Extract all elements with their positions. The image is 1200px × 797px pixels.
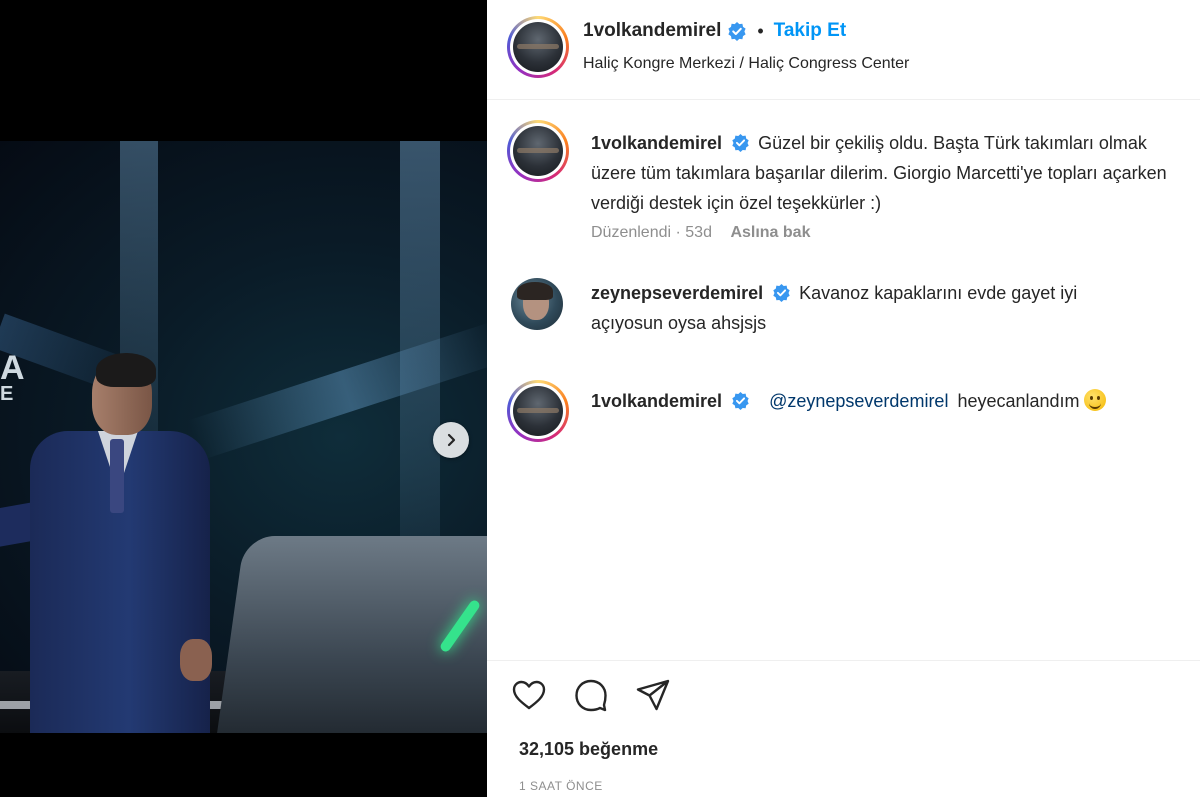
hair <box>96 353 156 387</box>
heart-icon <box>512 680 546 710</box>
caption-meta: Düzenlendi · 53d Aslına bak <box>591 224 810 242</box>
hand <box>180 639 212 681</box>
comment-username[interactable]: 1volkandemirel <box>591 391 722 411</box>
likes-count[interactable]: 32,105 beğenme <box>519 739 658 760</box>
tie <box>110 439 124 513</box>
post-photo: A E <box>0 141 487 733</box>
commenter-avatar[interactable] <box>507 380 569 442</box>
author-username[interactable]: 1volkandemirel <box>583 20 721 42</box>
author-row: 1volkandemirel • Takip Et <box>583 20 846 42</box>
comment-body: 1volkandemirel @zeynepseverdemirel heyec… <box>591 386 1191 416</box>
comment-mention[interactable]: @zeynepseverdemirel <box>769 391 948 411</box>
comment-text: heyecanlandım <box>957 391 1080 411</box>
meta-separator: · <box>671 224 686 241</box>
caption-username[interactable]: 1volkandemirel <box>591 133 722 153</box>
see-translation-link[interactable]: Aslına bak <box>730 224 810 241</box>
verified-badge-icon <box>732 391 749 410</box>
verified-badge-icon <box>728 22 746 41</box>
smiling-face-emoji-icon <box>1083 389 1106 411</box>
comment-username[interactable]: zeynepseverdemirel <box>591 283 763 303</box>
action-icons-row <box>511 677 671 713</box>
post-details-panel: 1volkandemirel • Takip Et Haliç Kongre M… <box>487 0 1200 797</box>
caption-body: 1volkandemirel Güzel bir çekiliş oldu. B… <box>591 128 1191 218</box>
comment-body: zeynepseverdemirel Kavanoz kapaklarını e… <box>591 278 1131 338</box>
verified-badge-icon <box>773 283 790 302</box>
post-timestamp: 1 SAAT ÖNCE <box>519 779 603 793</box>
separator-dot: • <box>757 20 764 41</box>
comment-button[interactable] <box>573 677 609 713</box>
caption-author-avatar[interactable] <box>507 120 569 182</box>
comment-bubble-icon <box>575 679 607 712</box>
post-header: 1volkandemirel • Takip Et Haliç Kongre M… <box>487 0 1200 100</box>
follow-button[interactable]: Takip Et <box>774 20 847 42</box>
man-in-suit <box>0 353 230 733</box>
author-avatar[interactable] <box>507 16 569 78</box>
next-image-button[interactable] <box>433 422 469 458</box>
commenter-avatar[interactable] <box>511 278 563 330</box>
paper-plane-icon <box>636 679 670 711</box>
podium <box>215 536 487 733</box>
post-location[interactable]: Haliç Kongre Merkezi / Haliç Congress Ce… <box>583 55 909 73</box>
post-media: A E <box>0 0 487 797</box>
edited-label: Düzenlendi <box>591 224 672 241</box>
caption-age[interactable]: 53d <box>685 224 712 241</box>
post-actions: 32,105 beğenme 1 SAAT ÖNCE <box>487 660 1200 797</box>
like-button[interactable] <box>511 677 547 713</box>
chevron-right-icon <box>447 433 456 447</box>
share-button[interactable] <box>635 677 671 713</box>
verified-badge-icon <box>732 133 749 152</box>
